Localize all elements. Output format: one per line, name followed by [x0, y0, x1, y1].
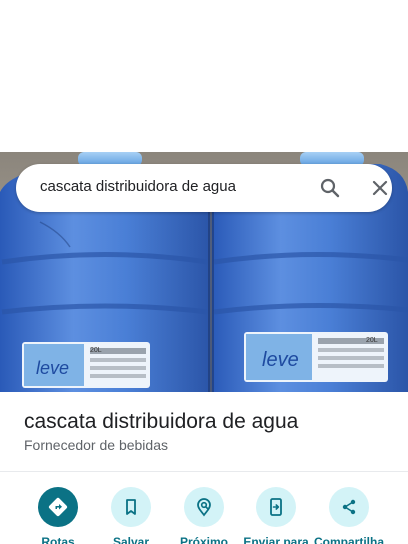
search-input[interactable]: cascata distribuidora de agua — [40, 178, 236, 195]
save-button[interactable]: Salvar — [95, 487, 167, 544]
send-to-phone-icon — [256, 487, 296, 527]
place-category: Fornecedor de bebidas — [24, 437, 168, 453]
close-icon[interactable] — [368, 176, 392, 200]
bottle-volume-left: 20L — [90, 347, 102, 354]
place-title: cascata distribuidora de agua — [24, 410, 299, 433]
send-to-phone-button[interactable]: Enviar para — [240, 487, 312, 544]
save-label: Salvar — [112, 535, 150, 544]
directions-label: Rotas — [41, 535, 75, 544]
share-icon — [329, 487, 369, 527]
share-button[interactable]: Compartilha — [313, 487, 385, 544]
nearby-icon — [184, 487, 224, 527]
divider — [0, 471, 408, 472]
search-icon[interactable] — [318, 176, 342, 200]
map-blank-area — [0, 0, 408, 152]
directions-button[interactable]: Rotas — [22, 487, 94, 544]
bottle-volume-right: 20L — [366, 337, 378, 344]
bookmark-icon — [111, 487, 151, 527]
search-bar[interactable]: cascata distribuidora de agua — [16, 164, 392, 212]
share-label: Compartilha — [313, 535, 384, 544]
nearby-label: Próximo — [179, 535, 228, 544]
nearby-button[interactable]: Próximo — [168, 487, 240, 544]
bottle-label-left: leve — [36, 358, 69, 378]
directions-icon — [38, 487, 78, 527]
bottle-label-right: leve — [262, 349, 299, 371]
send-to-phone-label: Enviar para — [243, 535, 309, 544]
